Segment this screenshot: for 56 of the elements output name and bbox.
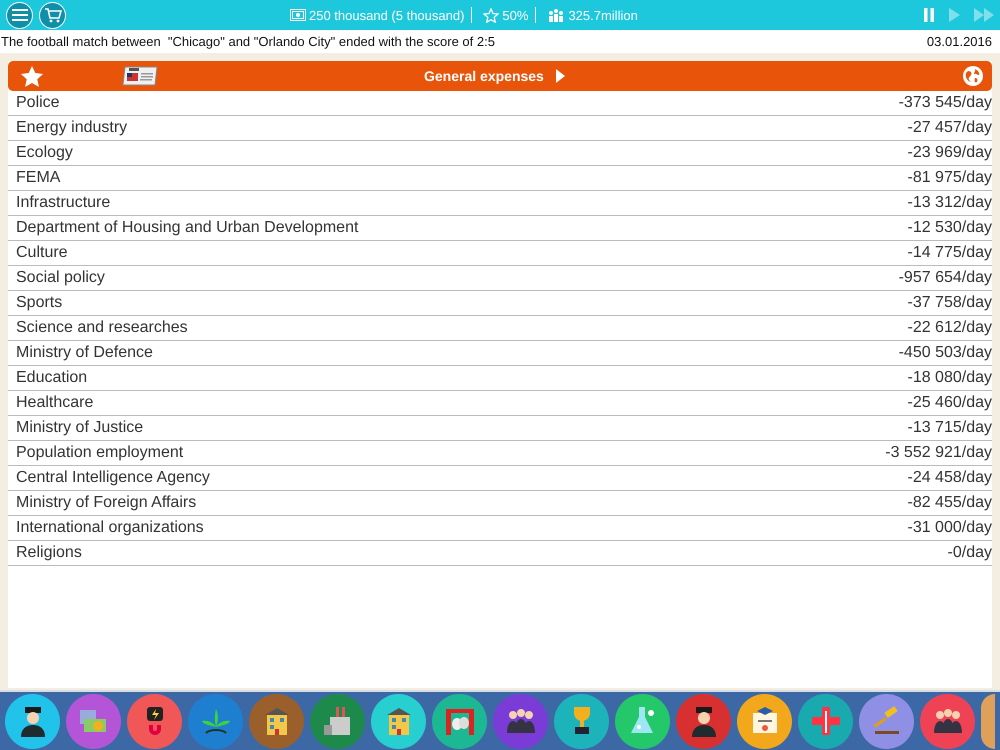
date-label: 03.01.2016 <box>926 34 992 49</box>
section-title-button[interactable]: General expenses <box>420 66 569 86</box>
expense-amount: -23 969/day <box>907 144 992 162</box>
star-icon[interactable] <box>20 64 44 88</box>
expense-category: Ministry of Defence <box>16 344 153 362</box>
cart-icon <box>44 7 62 23</box>
population-icon <box>547 8 566 22</box>
globe-icon[interactable] <box>962 65 984 87</box>
expense-amount: -12 530/day <box>907 219 992 237</box>
expense-category: Infrastructure <box>16 194 110 212</box>
expense-amount: -957 654/day <box>898 269 992 287</box>
expense-category: Science and researches <box>16 319 188 337</box>
expense-amount: -31 000/day <box>907 519 992 537</box>
expense-amount: -14 775/day <box>907 244 992 262</box>
expense-amount: -3 552 921/day <box>885 444 992 462</box>
expense-category: Department of Housing and Urban Development <box>16 219 358 237</box>
menu-button[interactable] <box>6 2 33 28</box>
expense-amount: -18 080/day <box>907 369 992 387</box>
expense-category: Sports <box>16 294 62 312</box>
expense-category: Ministry of Foreign Affairs <box>16 494 196 512</box>
expense-amount: -450 503/day <box>898 344 992 362</box>
expense-amount: -13 312/day <box>907 194 992 212</box>
expense-category: Population employment <box>16 444 184 462</box>
triangle-right-icon <box>556 69 565 83</box>
newspaper-icon[interactable] <box>122 65 160 87</box>
expense-category: Police <box>16 94 60 112</box>
expense-category: Education <box>16 369 88 387</box>
expense-category: Central Intelligence Agency <box>16 469 210 487</box>
expense-category: Ministry of Justice <box>16 419 144 437</box>
menu-icon <box>12 8 28 22</box>
expense-amount: -0/day <box>948 544 992 562</box>
expense-category: Culture <box>16 244 68 262</box>
rating-value: 50% <box>502 8 528 22</box>
expense-amount: -82 455/day <box>907 494 992 512</box>
star-icon <box>483 8 500 22</box>
expense-category: Religions <box>16 544 82 562</box>
expense-category: Ecology <box>16 144 73 162</box>
expense-amount: -373 545/day <box>898 94 992 112</box>
expense-amount: -81 975/day <box>907 169 992 187</box>
category-button[interactable] <box>981 694 995 748</box>
expense-amount: -25 460/day <box>907 394 992 412</box>
expense-category: Healthcare <box>16 394 94 412</box>
money-amount: 250 thousand (5 thousand) <box>309 8 464 22</box>
expense-category: Energy industry <box>16 119 128 137</box>
expense-category: International organizations <box>16 519 204 537</box>
population-value: 325.7million <box>568 8 638 22</box>
cart-button[interactable] <box>39 2 66 28</box>
news-ticker: The football match between "Chicago" and "Orlando City" ended with the score of 2:5 <box>1 34 495 49</box>
banknote-icon <box>290 9 306 21</box>
expense-category: FEMA <box>16 169 60 187</box>
expense-category: Social policy <box>16 269 105 287</box>
expense-amount: -13 715/day <box>907 419 992 437</box>
expense-amount: -37 758/day <box>907 294 992 312</box>
expense-amount: -27 457/day <box>907 119 992 137</box>
expense-amount: -22 612/day <box>907 319 992 337</box>
expense-amount: -24 458/day <box>907 469 992 487</box>
